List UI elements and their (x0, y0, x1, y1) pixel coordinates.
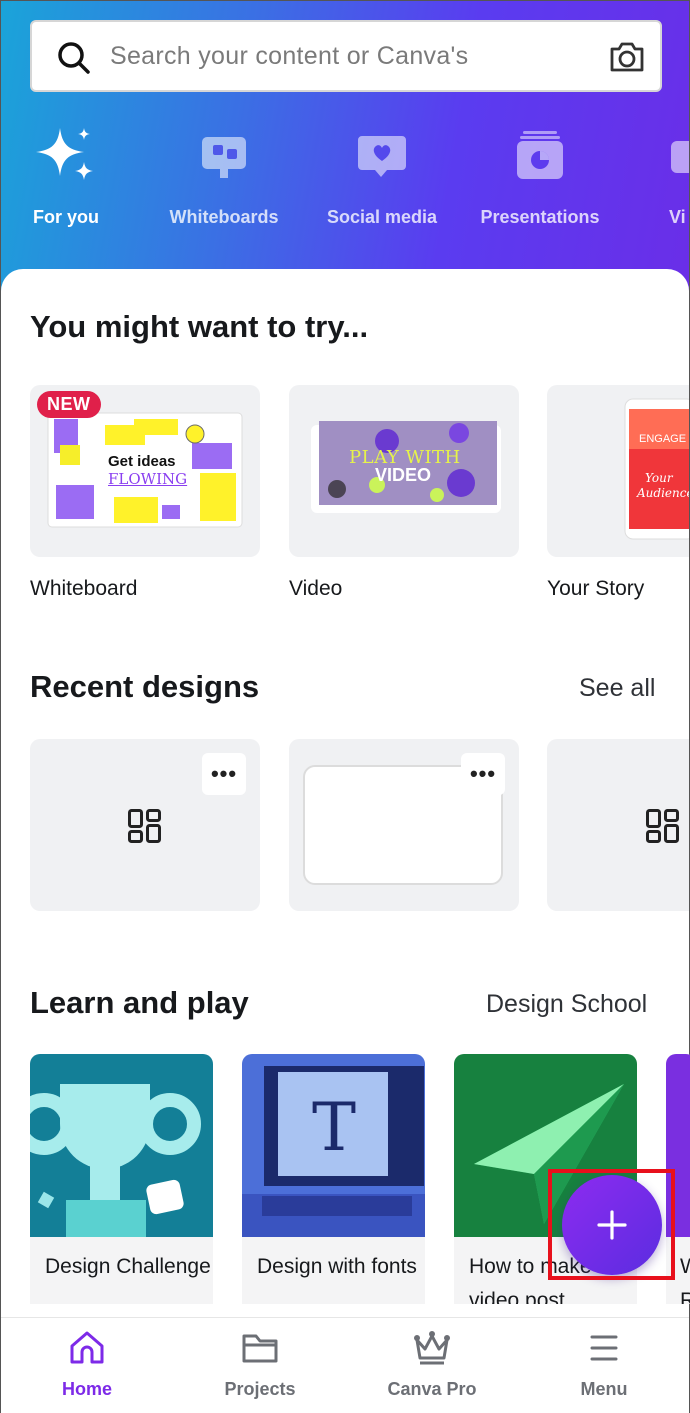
story-thumb-line1: ENGAGE (639, 433, 687, 445)
crown-icon (414, 1331, 450, 1365)
design-placeholder-icon (646, 809, 679, 843)
story-thumb-line3: Audience (637, 486, 689, 500)
heart-bubble-icon (307, 121, 457, 191)
camera-icon[interactable] (608, 40, 646, 79)
more-options-button[interactable]: ••• (202, 753, 246, 795)
whiteboard-thumb-line2: FLOWING (108, 470, 188, 488)
home-icon (70, 1331, 104, 1364)
category-label: For you (33, 207, 99, 227)
category-for-you[interactable]: For you (1, 121, 141, 228)
nav-projects[interactable]: Projects (195, 1330, 325, 1400)
hero-header: Search your content or Canva's For you W… (1, 1, 689, 301)
your-story-label: Your Story (547, 577, 645, 600)
nav-home[interactable]: Home (22, 1330, 152, 1400)
trophy-illustration (30, 1054, 213, 1237)
try-section-title: You might want to try... (30, 309, 369, 344)
video-label: Video (289, 577, 343, 600)
design-placeholder-icon (128, 809, 161, 843)
see-all-link[interactable]: See all (579, 674, 655, 703)
presentation-icon (465, 121, 615, 191)
learn-card[interactable]: Design Challenge (30, 1054, 213, 1304)
category-strip: For you Whiteboards Social media Present… (1, 121, 689, 241)
category-whiteboards[interactable]: Whiteboards (149, 121, 299, 228)
category-video[interactable]: Vi (623, 121, 689, 228)
laptop-illustration: T (242, 1054, 425, 1237)
search-bar[interactable]: Search your content or Canva's (30, 20, 662, 92)
recent-design-card[interactable]: ••• (289, 739, 519, 911)
video-icon (669, 121, 689, 191)
video-thumb-line2: VIDEO (375, 465, 432, 485)
video-tile[interactable]: PLAY WITH VIDEO (289, 385, 519, 557)
svg-text:T: T (312, 1089, 356, 1166)
search-icon (56, 40, 92, 81)
learn-card-caption: Design Challenge (45, 1255, 211, 1278)
your-story-tile[interactable]: ENGAGE Your Audience (547, 385, 689, 557)
category-label: Vi (669, 207, 686, 227)
category-label: Whiteboards (169, 207, 279, 227)
nav-label: Projects (224, 1379, 296, 1399)
hamburger-icon (590, 1335, 618, 1361)
category-social-media[interactable]: Social media (307, 121, 457, 228)
whiteboard-label: Whiteboard (30, 577, 138, 600)
category-label: Presentations (480, 207, 600, 227)
new-badge: NEW (37, 391, 101, 418)
design-school-link[interactable]: Design School (486, 990, 647, 1019)
sparkle-icon (1, 121, 141, 191)
highlight-box (548, 1169, 675, 1280)
more-options-button[interactable]: ••• (461, 753, 505, 795)
category-presentations[interactable]: Presentations (465, 121, 615, 228)
whiteboard-icon (149, 121, 299, 191)
learn-section-title: Learn and play (30, 985, 249, 1020)
nav-label: Home (61, 1379, 112, 1399)
search-input[interactable]: Search your content or Canva's (110, 42, 468, 71)
recent-design-card[interactable] (547, 739, 689, 911)
learn-card-caption: Design with fonts (257, 1255, 417, 1278)
story-thumb-line2: Your (645, 471, 673, 485)
category-label: Social media (326, 207, 438, 227)
whiteboard-thumb-line1: Get ideas (108, 453, 176, 470)
nav-canva-pro[interactable]: Canva Pro (367, 1330, 497, 1400)
learn-card[interactable]: T Design with fonts (242, 1054, 425, 1304)
recent-design-card[interactable]: ••• (30, 739, 260, 911)
nav-label: Menu (580, 1379, 628, 1399)
folder-icon (242, 1334, 278, 1363)
nav-menu[interactable]: Menu (539, 1330, 669, 1400)
bottom-nav: Home Projects Canva Pro Menu (1, 1317, 689, 1413)
learn-card-caption: W R (680, 1255, 690, 1304)
nav-label: Canva Pro (387, 1379, 477, 1399)
recent-section-title: Recent designs (30, 669, 260, 704)
